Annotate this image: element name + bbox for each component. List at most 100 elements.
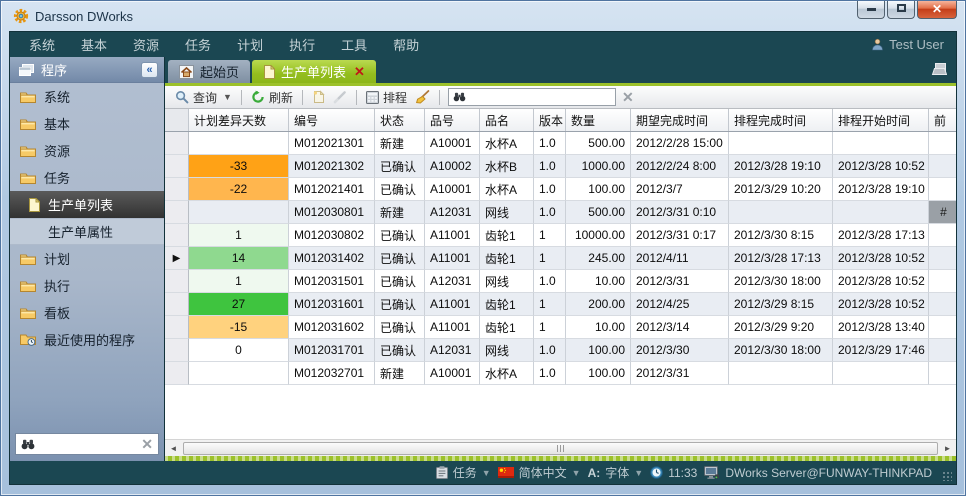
table-row[interactable]: -33M012021302已确认A10002水杯B1.01000.002012/…: [165, 155, 956, 178]
menu-item-3[interactable]: 任务: [172, 35, 224, 54]
menu-item-1[interactable]: 基本: [68, 35, 120, 54]
sidebar-item-label: 任务: [44, 168, 70, 187]
column-header-7[interactable]: 期望完成时间: [631, 109, 729, 131]
close-button[interactable]: ✕: [917, 1, 957, 19]
cell-expected-finish: 2012/3/31: [631, 362, 729, 385]
sidebar-item-label: 系统: [44, 87, 70, 106]
cell-order-code: M012031601: [289, 293, 375, 316]
sidebar-item-3[interactable]: 任务: [10, 164, 164, 191]
sidebar-search-clear-icon[interactable]: ✕: [141, 437, 153, 451]
scroll-left-icon[interactable]: ◄: [166, 441, 181, 456]
tab-1[interactable]: 生产单列表✕: [252, 60, 376, 83]
broom-icon: [415, 90, 430, 104]
cell-status: 已确认: [375, 155, 425, 178]
filter-clear-icon[interactable]: ✕: [622, 90, 634, 104]
sidebar-item-4[interactable]: 生产单列表: [10, 191, 164, 218]
menu-bar: 系统基本资源任务计划执行工具帮助 Test User: [10, 32, 956, 57]
status-task-dropdown[interactable]: 任务 ▼: [436, 464, 491, 481]
table-row[interactable]: 0M012031701已确认A12031网线1.0100.002012/3/30…: [165, 339, 956, 362]
cell-order-code: M012030802: [289, 224, 375, 247]
table-row[interactable]: M012032701新建A10001水杯A1.0100.002012/3/31: [165, 362, 956, 385]
tab-close-icon[interactable]: ✕: [354, 65, 365, 78]
query-dropdown-caret-icon[interactable]: ▼: [223, 92, 232, 102]
sidebar-collapse-icon[interactable]: «: [141, 62, 158, 78]
refresh-button[interactable]: 刷新: [247, 87, 297, 107]
table-row[interactable]: -15M012031602已确认A11001齿轮1110.002012/3/14…: [165, 316, 956, 339]
cell-sched-start: [833, 132, 929, 155]
table-row[interactable]: M012030801新建A12031网线1.0500.002012/3/31 0…: [165, 201, 956, 224]
schedule-button[interactable]: 排程: [362, 87, 411, 107]
table-row[interactable]: ▶14M012031402已确认A11001齿轮11245.002012/4/1…: [165, 247, 956, 270]
cell-item-name: 水杯A: [480, 362, 534, 385]
table-row[interactable]: 27M012031601已确认A11001齿轮11200.002012/4/25…: [165, 293, 956, 316]
scroll-right-icon[interactable]: ►: [940, 441, 955, 456]
column-header-10[interactable]: 前: [929, 109, 956, 131]
cell-version: 1: [534, 293, 566, 316]
tab-0[interactable]: 起始页: [168, 60, 250, 83]
user-area[interactable]: Test User: [871, 37, 950, 52]
sidebar-item-5[interactable]: 生产单属性: [10, 218, 164, 245]
cell-expected-finish: 2012/3/31 0:17: [631, 224, 729, 247]
menu-item-2[interactable]: 资源: [120, 35, 172, 54]
sidebar-item-7[interactable]: 执行: [10, 272, 164, 299]
sidebar-item-0[interactable]: 系统: [10, 83, 164, 110]
filter-search-box[interactable]: [448, 88, 616, 106]
sidebar-item-2[interactable]: 资源: [10, 137, 164, 164]
cell-sched-finish: [729, 201, 833, 224]
cell-flag: [929, 178, 956, 201]
maximize-button[interactable]: [887, 1, 915, 19]
column-header-3[interactable]: 品号: [425, 109, 480, 131]
column-header-5[interactable]: 版本: [534, 109, 566, 131]
minimize-button[interactable]: [857, 1, 885, 19]
menu-item-5[interactable]: 执行: [276, 35, 328, 54]
menu-item-4[interactable]: 计划: [224, 35, 276, 54]
table-row[interactable]: 1M012030802已确认A11001齿轮1110000.002012/3/3…: [165, 224, 956, 247]
sidebar-item-1[interactable]: 基本: [10, 110, 164, 137]
status-clock: 11:33: [650, 466, 697, 480]
column-header-8[interactable]: 排程完成时间: [729, 109, 833, 131]
query-button[interactable]: 查询 ▼: [171, 87, 236, 107]
column-header-0[interactable]: 计划差异天数: [189, 109, 289, 131]
menu-item-0[interactable]: 系统: [16, 35, 68, 54]
sidebar-search-box[interactable]: ✕: [15, 433, 159, 455]
filter-search-input[interactable]: [470, 90, 611, 104]
cell-item-no: A12031: [425, 339, 480, 362]
cell-qty: 100.00: [566, 178, 631, 201]
sidebar-item-9[interactable]: 最近使用的程序: [10, 326, 164, 353]
sidebar: 程序 « 系统基本资源任务生产单列表生产单属性计划执行看板最近使用的程序: [10, 57, 165, 461]
cell-item-name: 网线: [480, 339, 534, 362]
table-row[interactable]: -22M012021401已确认A10001水杯A1.0100.002012/3…: [165, 178, 956, 201]
folder-icon: [20, 118, 36, 130]
table-row[interactable]: M012021301新建A10001水杯A1.0500.002012/2/28 …: [165, 132, 956, 155]
table-row[interactable]: 1M012031501已确认A12031网线1.010.002012/3/312…: [165, 270, 956, 293]
column-header-2[interactable]: 状态: [375, 109, 425, 131]
column-header-9[interactable]: 排程开始时间: [833, 109, 929, 131]
toolbar-separator: [302, 90, 303, 105]
scrollbar-thumb[interactable]: [183, 442, 938, 455]
new-button[interactable]: [308, 87, 329, 107]
horizontal-scrollbar[interactable]: ◄ ►: [165, 439, 956, 456]
status-language-dropdown[interactable]: 简体中文 ▼: [498, 464, 581, 481]
status-font-dropdown[interactable]: A: 字体 ▼: [588, 464, 644, 481]
cell-item-no: A11001: [425, 316, 480, 339]
sidebar-spacer: [10, 353, 164, 428]
cell-flag: #: [929, 201, 956, 224]
cell-expected-finish: 2012/4/25: [631, 293, 729, 316]
edit-button[interactable]: [329, 87, 351, 107]
cell-expected-finish: 2012/3/7: [631, 178, 729, 201]
clean-button[interactable]: [411, 87, 434, 107]
sidebar-search-input[interactable]: [40, 437, 136, 451]
menu-item-6[interactable]: 工具: [328, 35, 380, 54]
clipboard-icon: [436, 466, 448, 479]
cell-item-name: 水杯A: [480, 132, 534, 155]
sidebar-item-6[interactable]: 计划: [10, 245, 164, 272]
column-header-1[interactable]: 编号: [289, 109, 375, 131]
cell-flag: [929, 224, 956, 247]
column-header-6[interactable]: 数量: [566, 109, 631, 131]
column-header-4[interactable]: 品名: [480, 109, 534, 131]
resize-grip[interactable]: [942, 471, 952, 481]
menu-item-7[interactable]: 帮助: [380, 35, 432, 54]
row-selector-cell: [165, 201, 189, 224]
sidebar-item-8[interactable]: 看板: [10, 299, 164, 326]
window-list-icon[interactable]: [931, 63, 947, 75]
